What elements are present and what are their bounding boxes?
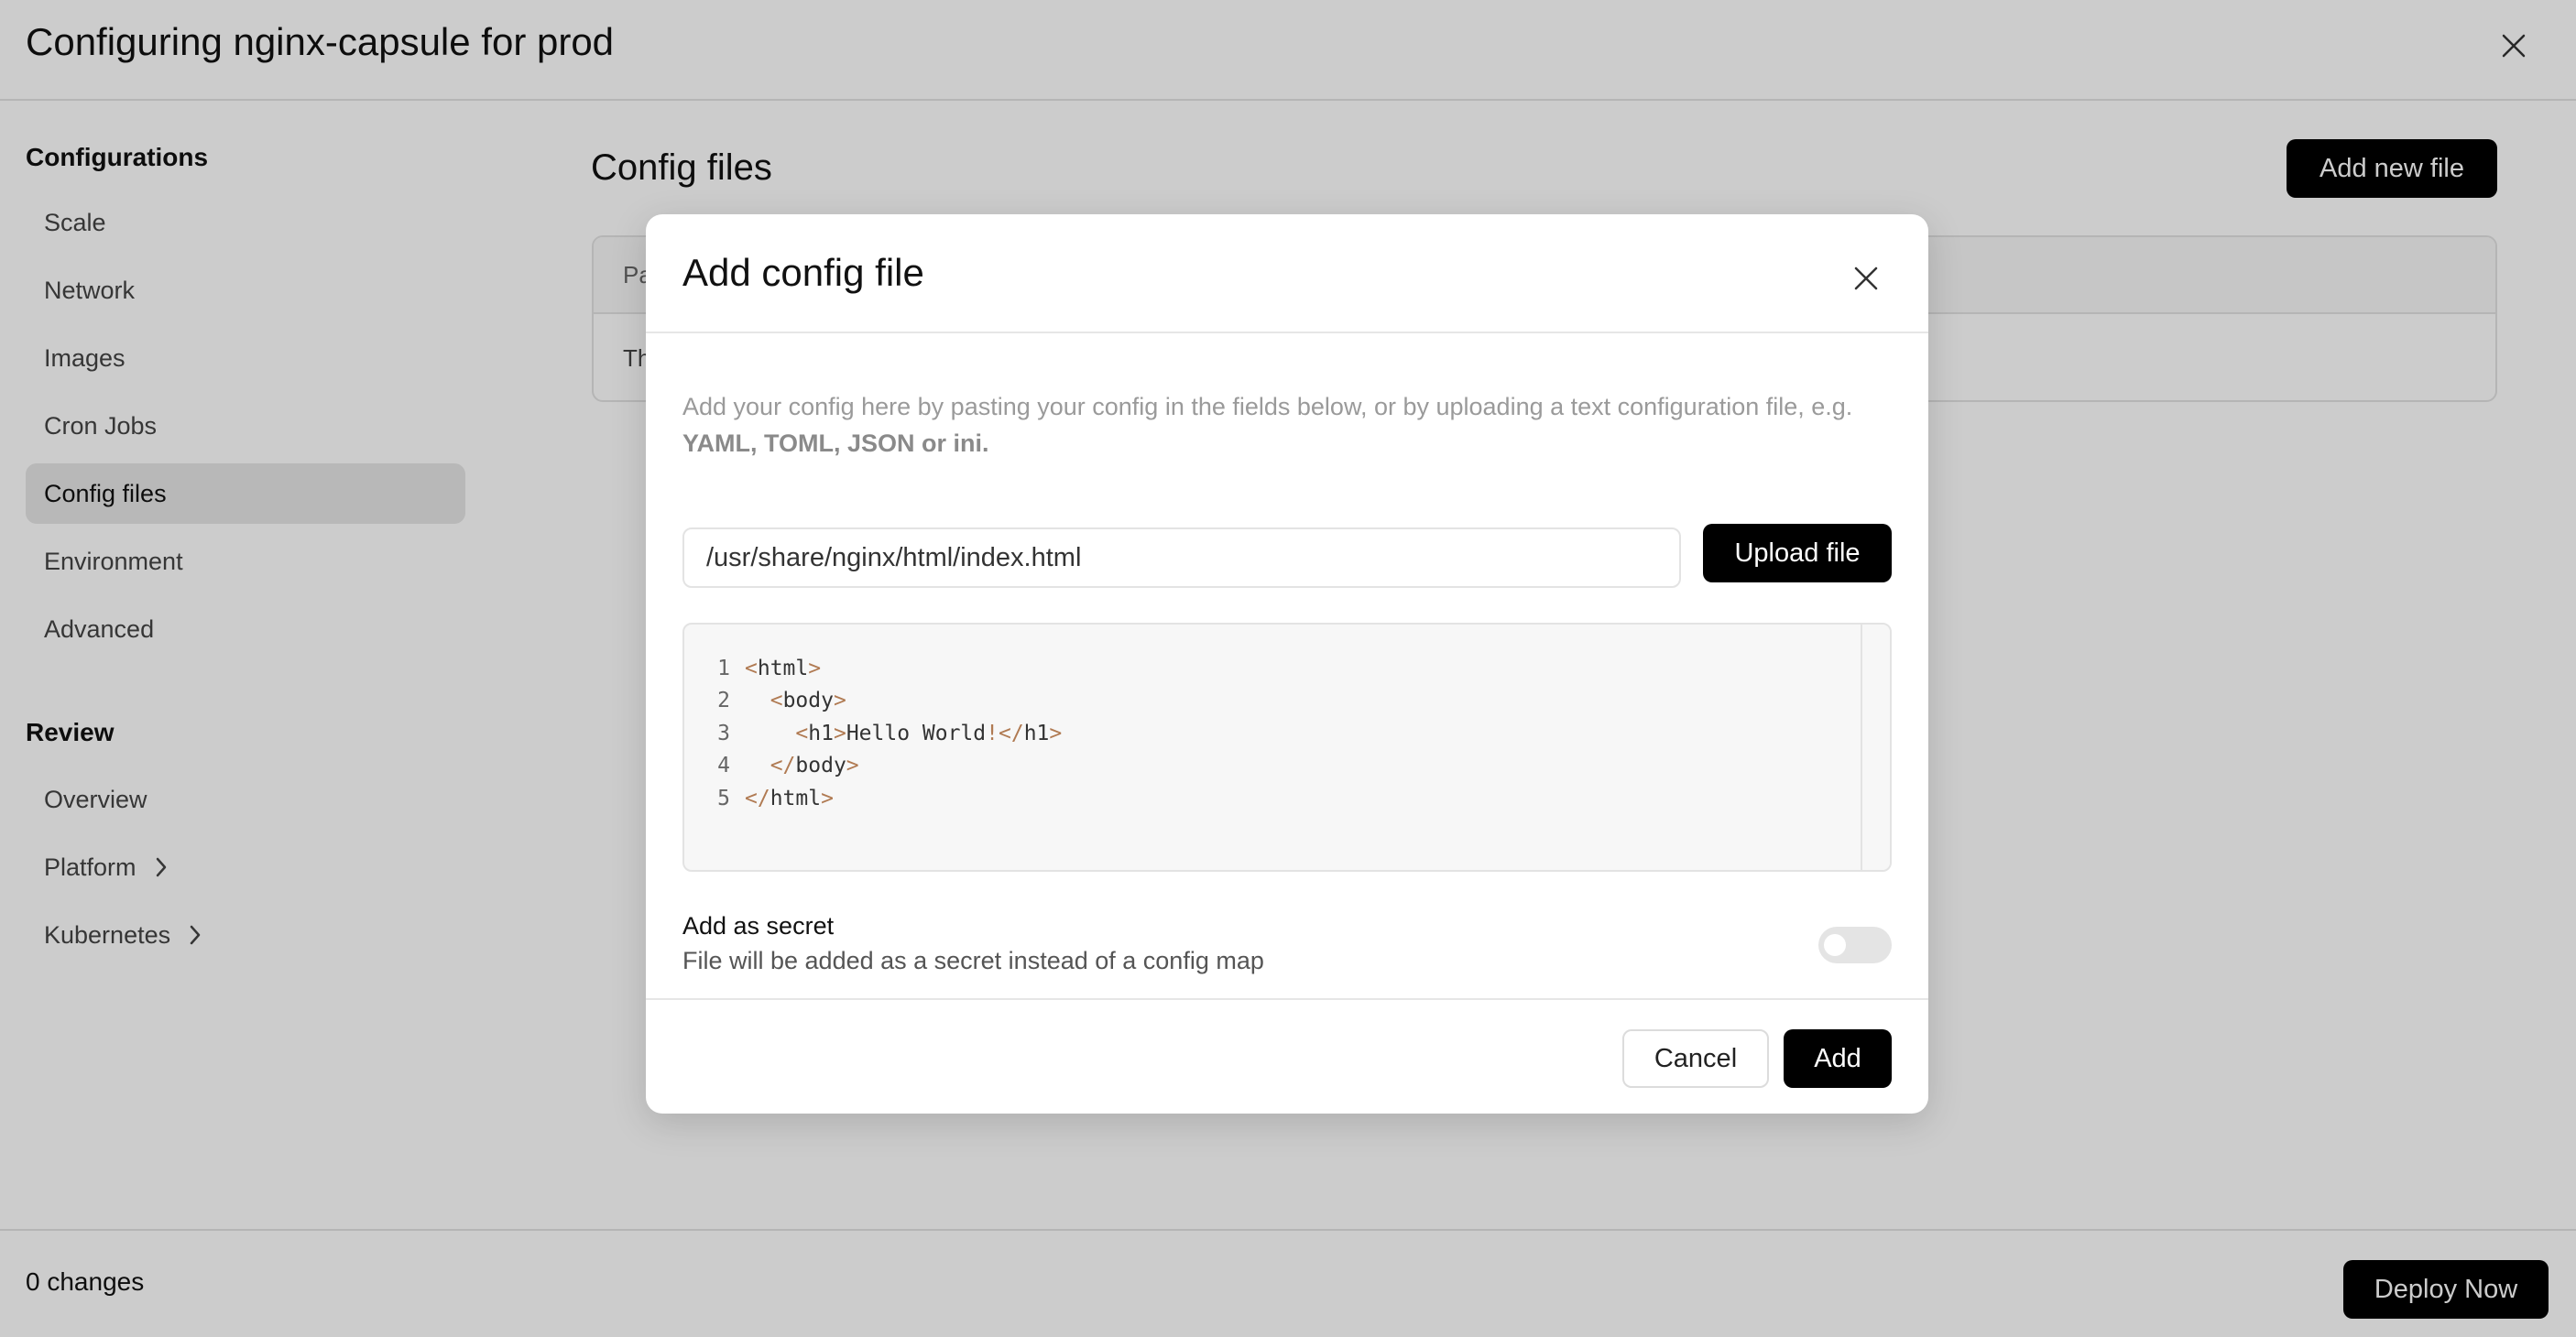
line-number: 4 (717, 754, 730, 778)
close-icon[interactable] (1840, 253, 1892, 304)
secret-toggle-description: File will be added as a secret instead o… (682, 947, 1264, 974)
code-text: <html> (745, 656, 822, 680)
toggle-knob (1824, 934, 1846, 956)
editor-scrollbar[interactable] (1861, 625, 1890, 870)
code-line: 5 </html> (684, 782, 1848, 815)
line-number: 2 (717, 689, 730, 713)
code-lines: 1 <html> 2 <body> 3 <h1>Hello World!</h1… (684, 652, 1848, 815)
code-text: <body> (770, 689, 846, 713)
secret-toggle-label: Add as secret (682, 912, 835, 940)
code-line: 2 <body> (684, 685, 1848, 718)
upload-file-button[interactable]: Upload file (1703, 524, 1892, 582)
line-number: 1 (717, 656, 730, 680)
dialog-title: Add config file (682, 251, 924, 294)
cancel-button[interactable]: Cancel (1622, 1029, 1769, 1088)
add-as-secret-toggle[interactable] (1818, 927, 1892, 963)
code-text: <h1>Hello World!</h1> (795, 721, 1063, 745)
description-text: Add your config here by pasting your con… (682, 393, 1853, 420)
code-text: </body> (770, 754, 859, 778)
code-editor[interactable]: 1 <html> 2 <body> 3 <h1>Hello World!</h1… (682, 623, 1892, 872)
dialog-footer: Cancel Add (646, 998, 1928, 1114)
file-path-input[interactable] (682, 527, 1681, 588)
dialog-description: Add your config here by pasting your con… (682, 388, 1892, 462)
code-line: 1 <html> (684, 652, 1848, 685)
supported-formats: YAML, TOML, JSON or ini. (682, 429, 989, 457)
code-line: 3 <h1>Hello World!</h1> (684, 717, 1848, 750)
line-number: 3 (717, 721, 730, 745)
add-config-file-dialog: Add config file Add your config here by … (646, 214, 1928, 1114)
dialog-header: Add config file (646, 214, 1928, 333)
code-line: 4 </body> (684, 750, 1848, 783)
add-button[interactable]: Add (1784, 1029, 1892, 1088)
code-text: </html> (745, 786, 834, 810)
line-number: 5 (717, 786, 730, 810)
